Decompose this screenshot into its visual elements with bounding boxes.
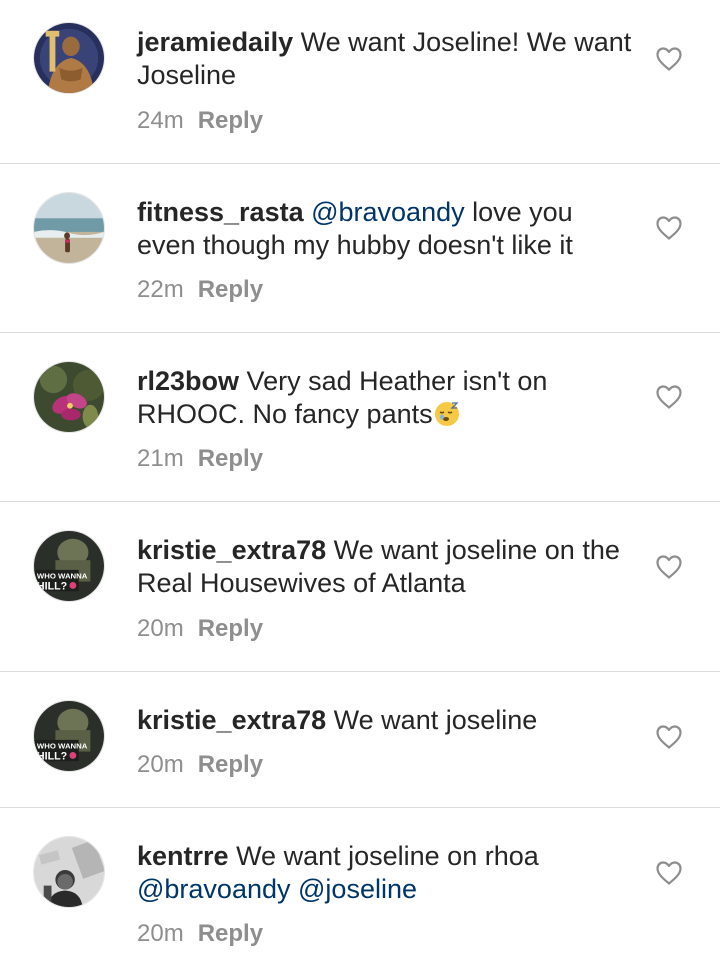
reply-button[interactable]: Reply (198, 751, 263, 778)
comment-timestamp: 24m (137, 107, 184, 134)
avatar[interactable] (33, 192, 105, 264)
like-button[interactable] (655, 46, 683, 72)
comment-item: rl23bow Very sad Heather isn't on RHOOC.… (0, 333, 720, 502)
like-button[interactable] (655, 554, 683, 580)
avatar[interactable]: WHO WANNA HILL? (33, 530, 105, 602)
avatar-beach-photo-icon (34, 193, 104, 263)
reply-button[interactable]: Reply (198, 276, 263, 303)
avatar-caption: WHO WANNA (37, 572, 88, 581)
avatar-man-selfie-icon (34, 837, 104, 907)
comment-username[interactable]: fitness_rasta (137, 197, 304, 227)
avatar-flower-photo-icon (34, 362, 104, 432)
heart-outline-icon (656, 47, 682, 71)
mention-link[interactable]: @joseline (298, 874, 417, 904)
svg-text:WHO WANNA: WHO WANNA (37, 742, 88, 751)
comment-text: We want joseline (333, 705, 538, 735)
comment-list: jeramiedaily We want Joseline! We want J… (0, 0, 720, 960)
like-button[interactable] (655, 724, 683, 750)
comment-item: kentrre We want joseline on rhoa @bravoa… (0, 808, 720, 960)
like-button[interactable] (655, 860, 683, 886)
avatar[interactable] (33, 22, 105, 94)
avatar-muscular-man-icon (34, 23, 104, 93)
svg-text:HILL?: HILL? (37, 580, 67, 592)
sleepy-face-emoji (433, 399, 461, 427)
comment-timestamp: 21m (137, 445, 184, 472)
comment-username[interactable]: kentrre (137, 841, 229, 871)
avatar[interactable] (33, 836, 105, 908)
reply-button[interactable]: Reply (198, 920, 263, 947)
comment-username[interactable]: kristie_extra78 (137, 705, 326, 735)
comment-timestamp: 20m (137, 751, 184, 778)
heart-outline-icon (656, 216, 682, 240)
avatar[interactable] (33, 361, 105, 433)
comment-item: WHO WANNA HILL? kristie_extra78 We want … (0, 502, 720, 672)
like-button[interactable] (655, 384, 683, 410)
comment-item: fitness_rasta @bravoandy love you even t… (0, 164, 720, 333)
heart-outline-icon (656, 861, 682, 885)
mention-link[interactable]: @bravoandy (137, 874, 291, 904)
mention-link[interactable]: @bravoandy (311, 197, 465, 227)
avatar-who-wanna-chill-icon: WHO WANNA HILL? (34, 531, 104, 601)
avatar[interactable]: WHO WANNA HILL? (33, 700, 105, 772)
svg-text:HILL?: HILL? (37, 750, 67, 762)
like-button[interactable] (655, 215, 683, 241)
comment-timestamp: 20m (137, 615, 184, 642)
reply-button[interactable]: Reply (198, 107, 263, 134)
comment-username[interactable]: kristie_extra78 (137, 535, 326, 565)
comment-username[interactable]: rl23bow (137, 366, 239, 396)
comment-username[interactable]: jeramiedaily (137, 27, 293, 57)
comment-timestamp: 20m (137, 920, 184, 947)
reply-button[interactable]: Reply (198, 445, 263, 472)
heart-outline-icon (656, 555, 682, 579)
reply-button[interactable]: Reply (198, 615, 263, 642)
comment-item: WHO WANNA HILL? kristie_extra78 We want … (0, 672, 720, 808)
avatar-who-wanna-chill-icon: WHO WANNA HILL? (34, 701, 104, 771)
heart-outline-icon (656, 385, 682, 409)
comment-text: We want joseline on rhoa (236, 841, 539, 871)
comment-item: jeramiedaily We want Joseline! We want J… (0, 0, 720, 164)
comment-timestamp: 22m (137, 276, 184, 303)
heart-outline-icon (656, 725, 682, 749)
